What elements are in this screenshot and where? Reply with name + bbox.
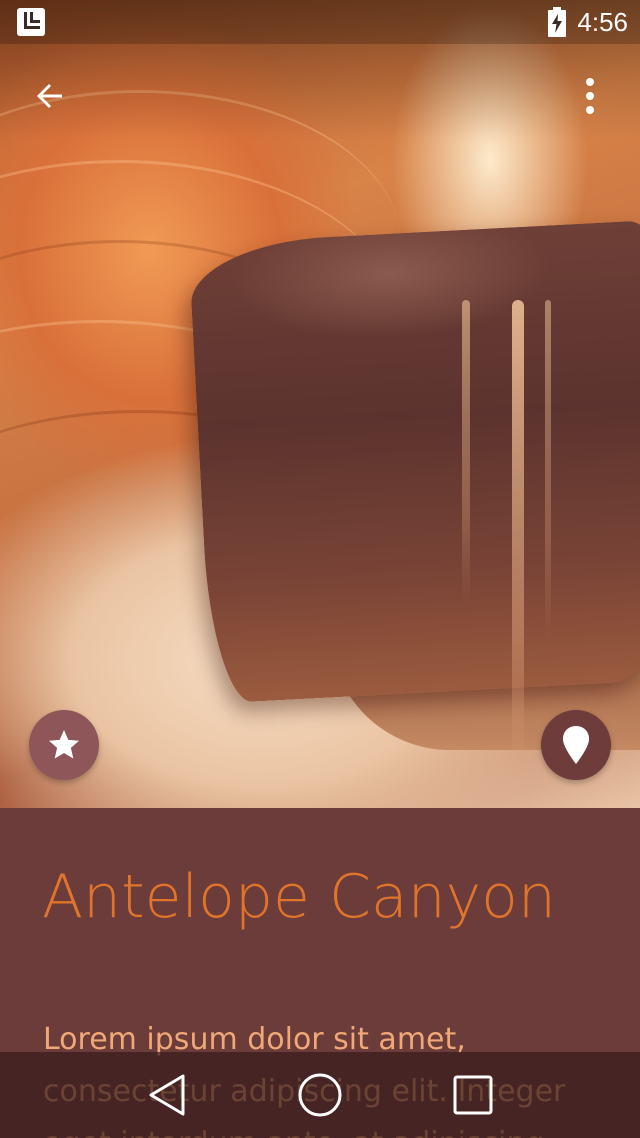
nav-home-circle-icon [298,1073,342,1117]
nav-recents-button[interactable] [443,1065,503,1125]
sand-stream [545,300,551,640]
rock-formation-ledge [188,220,640,704]
nav-recents-square-icon [453,1075,493,1115]
sand-stream [462,300,470,600]
arrow-back-icon [37,84,62,108]
favorite-button[interactable] [29,710,99,780]
back-button[interactable] [22,68,78,124]
star-icon [49,730,79,759]
place-title: Antelope Canyon [42,862,556,932]
location-button[interactable] [541,710,611,780]
app-bar [0,44,640,144]
launcher-logo-icon [16,7,46,37]
nav-back-button[interactable] [137,1065,197,1125]
status-clock: 4:56 [577,6,628,37]
status-bar: 4:56 [0,0,640,44]
map-pin-icon [562,726,590,764]
sand-stream [512,300,524,780]
more-vertical-icon [586,78,594,114]
battery-charging-icon [547,7,567,37]
overflow-menu-button[interactable] [562,68,618,124]
nav-back-triangle-icon [149,1074,185,1116]
nav-home-button[interactable] [290,1065,350,1125]
system-navigation-bar [0,1052,640,1138]
app-screen: 4:56 Antelope Canyon Lorem ipsum dolor s… [0,0,640,1138]
